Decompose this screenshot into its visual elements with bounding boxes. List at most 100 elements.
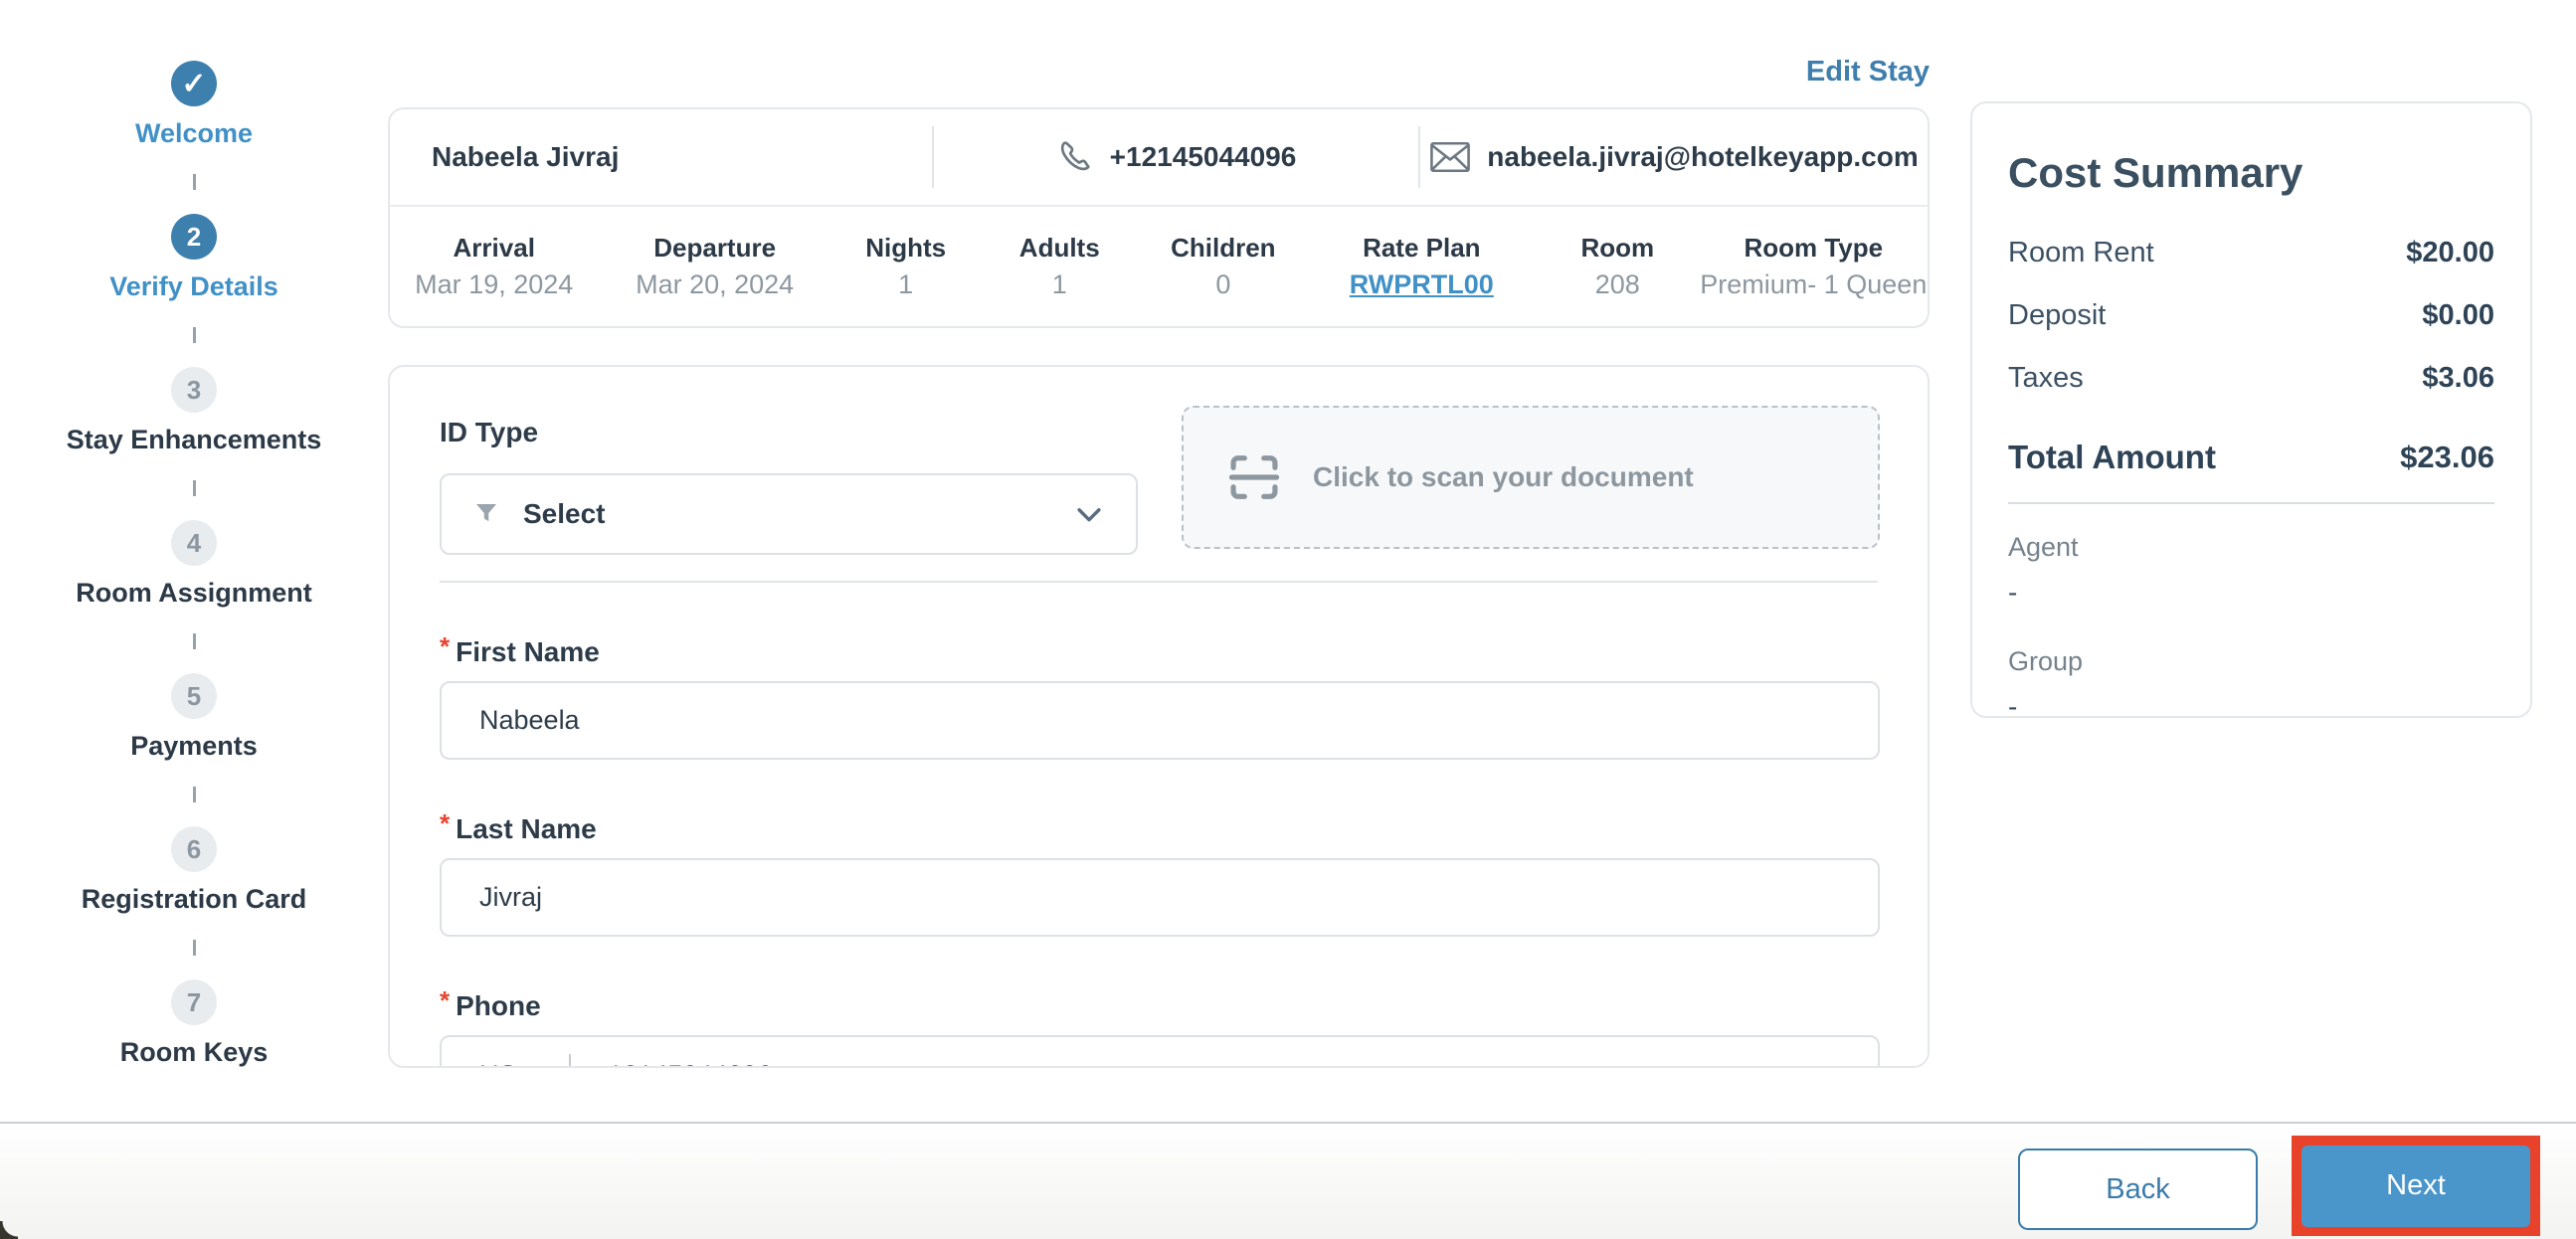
last-name-input[interactable] xyxy=(440,858,1880,937)
last-name-label: * Last Name xyxy=(440,808,597,845)
step-label: Payments xyxy=(130,731,258,761)
stay-field-nights: Nights 1 xyxy=(831,231,981,304)
cost-value: $0.00 xyxy=(2422,299,2494,331)
section-divider xyxy=(440,581,1878,583)
group-label: Group xyxy=(2008,646,2084,676)
agent-label: Agent xyxy=(2008,532,2079,562)
scan-prompt-text: Click to scan your document xyxy=(1313,461,1694,492)
scan-icon xyxy=(1228,455,1280,499)
email-icon xyxy=(1430,141,1471,173)
step-label: Room Keys xyxy=(119,1037,269,1067)
guest-email-segment: nabeela.jivraj@hotelkeyapp.com xyxy=(1420,109,1928,205)
group-value: - xyxy=(2008,691,2018,722)
stepper-step-verify-details[interactable]: 2 Verify Details xyxy=(109,214,278,303)
stepper-connector xyxy=(192,940,196,956)
step-label: Room Assignment xyxy=(76,578,312,608)
cost-value: $3.06 xyxy=(2422,362,2494,394)
cost-label: Room Rent xyxy=(2008,237,2154,268)
phone-country-code[interactable]: US xyxy=(479,1060,517,1066)
cost-label: Taxes xyxy=(2008,362,2084,394)
guest-name: Nabeela Jivraj xyxy=(432,141,620,172)
filter-icon xyxy=(476,504,496,522)
first-name-input[interactable] xyxy=(440,681,1880,760)
chevron-down-icon xyxy=(1077,508,1101,522)
phone-label: * Phone xyxy=(440,985,541,1022)
phone-number-value: +12145044096 xyxy=(593,1060,773,1066)
check-icon: ✓ xyxy=(170,61,217,106)
field-label: Children xyxy=(1171,233,1276,263)
field-label: Nights xyxy=(865,233,947,263)
label-text: First Name xyxy=(456,636,600,667)
stepper-step-stay-enhancements[interactable]: 3 Stay Enhancements xyxy=(67,367,321,456)
stepper-connector xyxy=(192,633,196,649)
stay-details-row: Arrival Mar 19, 2024 Departure Mar 20, 2… xyxy=(390,207,1928,328)
id-type-label: ID Type xyxy=(440,417,538,448)
guest-name-segment: Nabeela Jivraj xyxy=(390,109,932,205)
guest-contact-row: Nabeela Jivraj +12145044096 nabeela.jivr… xyxy=(390,109,1928,207)
edit-stay-link[interactable]: Edit Stay xyxy=(1806,56,1930,88)
required-asterisk: * xyxy=(440,631,451,661)
first-name-label: * First Name xyxy=(440,631,600,668)
guest-phone: +12145044096 xyxy=(1109,141,1297,172)
back-button[interactable]: Back xyxy=(2018,1149,2258,1230)
total-amount-row: Total Amount $23.06 xyxy=(2008,439,2494,476)
phone-icon xyxy=(1060,141,1090,171)
field-label: Rate Plan xyxy=(1363,233,1481,263)
step-label: Registration Card xyxy=(81,884,307,914)
click-target-annotation: Next xyxy=(2292,1136,2540,1236)
input-divider xyxy=(568,1054,571,1066)
cost-value: $20.00 xyxy=(2406,237,2494,268)
stepper-connector xyxy=(192,480,196,496)
field-value: 0 xyxy=(1215,269,1231,299)
step-label: Welcome xyxy=(134,118,254,148)
checkin-stepper: ✓ Welcome 2 Verify Details 3 Stay Enhanc… xyxy=(30,61,358,1069)
agent-value: - xyxy=(2008,577,2018,608)
total-value: $23.06 xyxy=(2400,440,2494,474)
stay-field-room: Room 208 xyxy=(1536,231,1700,304)
stay-field-arrival: Arrival Mar 19, 2024 xyxy=(390,231,598,304)
verify-details-form-card: ID Type Select Click to scan your docume… xyxy=(388,365,1930,1068)
stepper-connector xyxy=(192,174,196,190)
rate-plan-link[interactable]: RWPRTL00 xyxy=(1350,265,1494,304)
required-asterisk: * xyxy=(440,985,451,1015)
stay-field-rate-plan: Rate Plan RWPRTL00 xyxy=(1308,231,1536,304)
window-corner-artifact xyxy=(0,1221,18,1239)
field-value: 1 xyxy=(1051,269,1067,299)
cost-summary-panel: Cost Summary Room Rent $20.00 Deposit $0… xyxy=(1970,101,2532,722)
stepper-step-welcome[interactable]: ✓ Welcome xyxy=(135,61,253,150)
stay-field-children: Children 0 xyxy=(1139,231,1308,304)
stay-field-adults: Adults 1 xyxy=(980,231,1139,304)
step-number: 4 xyxy=(170,520,217,566)
label-text: Phone xyxy=(456,990,541,1021)
cost-row-deposit: Deposit $0.00 xyxy=(2008,299,2494,332)
stepper-step-room-keys[interactable]: 7 Room Keys xyxy=(119,979,269,1069)
id-type-select[interactable]: Select xyxy=(440,473,1138,555)
phone-input[interactable]: US +12145044096 xyxy=(440,1035,1880,1066)
stepper-step-room-assignment[interactable]: 4 Room Assignment xyxy=(76,520,312,610)
cost-divider xyxy=(2008,502,2494,504)
total-label: Total Amount xyxy=(2008,439,2216,475)
field-label: Room Type xyxy=(1744,233,1884,263)
stay-field-room-type: Room Type Premium- 1 Queen xyxy=(1700,231,1928,304)
scan-document-button[interactable]: Click to scan your document xyxy=(1182,406,1880,549)
cost-row-room-rent: Room Rent $20.00 xyxy=(2008,237,2494,269)
wizard-footer: Back Next xyxy=(0,1122,2576,1239)
cost-label: Deposit xyxy=(2008,299,2107,331)
stepper-step-registration-card[interactable]: 6 Registration Card xyxy=(81,826,307,916)
step-number: 2 xyxy=(171,214,217,260)
label-text: Last Name xyxy=(456,813,597,844)
guest-summary-card: Nabeela Jivraj +12145044096 nabeela.jivr… xyxy=(388,107,1930,328)
stepper-connector xyxy=(192,787,196,802)
field-label: Arrival xyxy=(453,233,535,263)
step-number: 7 xyxy=(170,979,217,1025)
field-label: Adults xyxy=(1018,233,1100,263)
step-number: 6 xyxy=(170,826,217,872)
field-value: Premium- 1 Queen xyxy=(1700,269,1928,299)
field-label: Departure xyxy=(653,233,777,263)
required-asterisk: * xyxy=(440,808,451,838)
field-label: Room xyxy=(1580,233,1655,263)
step-number: 3 xyxy=(171,367,217,413)
next-button[interactable]: Next xyxy=(2301,1145,2530,1227)
stepper-step-payments[interactable]: 5 Payments xyxy=(130,673,258,763)
cost-summary-title: Cost Summary xyxy=(2008,149,2303,196)
